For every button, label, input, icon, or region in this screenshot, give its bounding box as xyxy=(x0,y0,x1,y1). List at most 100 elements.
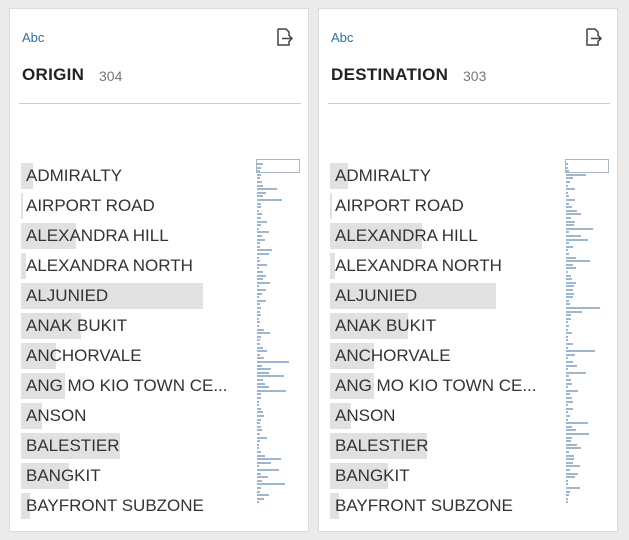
value-label: BAYFRONT SUBZONE xyxy=(335,496,513,515)
value-row[interactable]: ANG MO KIO TOWN CE... xyxy=(330,371,560,401)
mini-histogram-bar xyxy=(257,472,261,475)
mini-histogram-bar xyxy=(566,299,569,302)
value-row[interactable]: ADMIRALTY xyxy=(330,161,560,191)
value-row[interactable]: BANGKIT xyxy=(330,461,560,491)
mini-histogram-bar xyxy=(566,461,573,464)
mini-histogram-bar xyxy=(257,274,266,277)
mini-histogram-bar xyxy=(257,386,269,389)
mini-histogram-bar xyxy=(566,353,575,356)
mini-histogram-bar xyxy=(566,339,568,342)
mini-histogram-bar xyxy=(566,443,577,446)
mini-histogram-bar xyxy=(257,371,269,374)
value-row[interactable]: ANSON xyxy=(21,401,251,431)
mini-histogram-bar xyxy=(566,224,574,227)
mini-histogram-bar xyxy=(566,227,593,230)
mini-histogram-bar xyxy=(566,454,574,457)
mini-histogram-bar xyxy=(566,447,581,450)
mini-histogram-bar xyxy=(566,346,568,349)
mini-histogram-bar xyxy=(257,227,259,230)
value-row[interactable]: ANG MO KIO TOWN CE... xyxy=(21,371,251,401)
mini-histogram-bar xyxy=(257,271,263,273)
value-row[interactable]: BAYFRONT SUBZONE xyxy=(330,491,560,521)
mini-histogram-bar xyxy=(566,271,568,273)
value-row[interactable]: ALEXANDRA NORTH xyxy=(21,251,251,281)
mini-histogram-scrollbar[interactable] xyxy=(565,159,611,504)
mini-histogram-bar xyxy=(566,465,580,468)
value-label: BAYFRONT SUBZONE xyxy=(26,496,204,515)
mini-histogram-bar xyxy=(257,195,263,198)
export-icon[interactable] xyxy=(583,27,603,47)
mini-histogram-bar xyxy=(257,440,260,443)
field-card-origin[interactable]: Abc ORIGIN 304 ADMIRALTY AIRPORT ROAD ALEX… xyxy=(9,8,309,532)
value-row[interactable]: BANGKIT xyxy=(21,461,251,491)
value-label: ALJUNIED xyxy=(335,286,418,305)
value-row[interactable]: BALESTIER xyxy=(330,431,560,461)
value-row[interactable]: ALEXANDRA HILL xyxy=(330,221,560,251)
mini-histogram-bar xyxy=(257,422,260,425)
field-card-destination[interactable]: Abc DESTINATION 303 ADMIRALTY AIRPORT ROA… xyxy=(318,8,618,532)
mini-histogram-bar xyxy=(566,368,568,371)
value-row[interactable]: AIRPORT ROAD xyxy=(21,191,251,221)
value-row[interactable]: ANCHORVALE xyxy=(21,341,251,371)
value-row[interactable]: ANAK BUKIT xyxy=(21,311,251,341)
mini-histogram-bar xyxy=(566,267,576,270)
mini-histogram-bar xyxy=(566,242,569,245)
mini-histogram-bar xyxy=(257,256,259,259)
mini-histogram-bar xyxy=(257,400,259,403)
value-row[interactable]: AIRPORT ROAD xyxy=(330,191,560,221)
value-row[interactable]: ANSON xyxy=(330,401,560,431)
value-row[interactable]: ANCHORVALE xyxy=(330,341,560,371)
mini-histogram-bar xyxy=(257,483,285,486)
mini-histogram-bar xyxy=(257,260,260,263)
mini-histogram-bar xyxy=(257,253,269,255)
scroll-viewport-indicator[interactable] xyxy=(565,159,609,173)
value-label: ANCHORVALE xyxy=(335,346,451,365)
mini-histogram-bar xyxy=(566,317,571,320)
mini-histogram-bar xyxy=(257,285,259,288)
mini-histogram-bar xyxy=(257,281,270,284)
mini-histogram-bar xyxy=(566,289,573,291)
mini-histogram-bar xyxy=(566,245,573,248)
value-row[interactable]: ADMIRALTY xyxy=(21,161,251,191)
mini-histogram-bar xyxy=(566,404,568,407)
mini-histogram-bar xyxy=(257,465,259,468)
mini-histogram-bar xyxy=(257,443,259,446)
mini-histogram-bar xyxy=(566,472,578,475)
mini-histogram-bar xyxy=(566,249,568,252)
mini-histogram-bar xyxy=(257,425,261,428)
value-row[interactable]: BALESTIER xyxy=(21,431,251,461)
value-row[interactable]: ALJUNIED xyxy=(21,281,251,311)
mini-histogram-bar xyxy=(566,256,576,259)
mini-histogram-bar xyxy=(566,231,569,234)
mini-histogram-bar xyxy=(566,393,570,396)
mini-histogram-bar xyxy=(257,476,268,479)
mini-histogram-bar xyxy=(566,479,568,482)
value-label: ALEXANDRA NORTH xyxy=(26,256,193,275)
mini-histogram-bar xyxy=(566,451,569,453)
value-label: ALEXANDRA HILL xyxy=(26,226,169,245)
value-row[interactable]: ANAK BUKIT xyxy=(330,311,560,341)
scroll-viewport-indicator[interactable] xyxy=(256,159,300,173)
mini-histogram-bar xyxy=(257,303,260,306)
export-icon[interactable] xyxy=(274,27,294,47)
mini-histogram-bar xyxy=(566,332,572,335)
mini-histogram-bar xyxy=(566,400,573,403)
value-row[interactable]: ALEXANDRA NORTH xyxy=(330,251,560,281)
mini-histogram-bar xyxy=(257,170,260,173)
mini-histogram-bar xyxy=(566,364,577,367)
mini-histogram-bar xyxy=(566,379,571,381)
mini-histogram-bar xyxy=(566,238,588,241)
mini-histogram-bar xyxy=(566,163,568,165)
mini-histogram-scrollbar[interactable] xyxy=(256,159,302,504)
value-label: AIRPORT ROAD xyxy=(335,196,464,215)
value-row[interactable]: BAYFRONT SUBZONE xyxy=(21,491,251,521)
value-row[interactable]: ALJUNIED xyxy=(330,281,560,311)
mini-histogram-bar xyxy=(257,328,264,331)
distinct-count: 303 xyxy=(463,68,487,84)
mini-histogram-bar xyxy=(566,195,569,198)
value-frequency-bar xyxy=(330,193,332,219)
value-row[interactable]: ALEXANDRA HILL xyxy=(21,221,251,251)
mini-histogram-bar xyxy=(566,415,570,417)
mini-histogram-bar xyxy=(257,501,259,504)
field-title: ORIGIN xyxy=(22,65,85,84)
